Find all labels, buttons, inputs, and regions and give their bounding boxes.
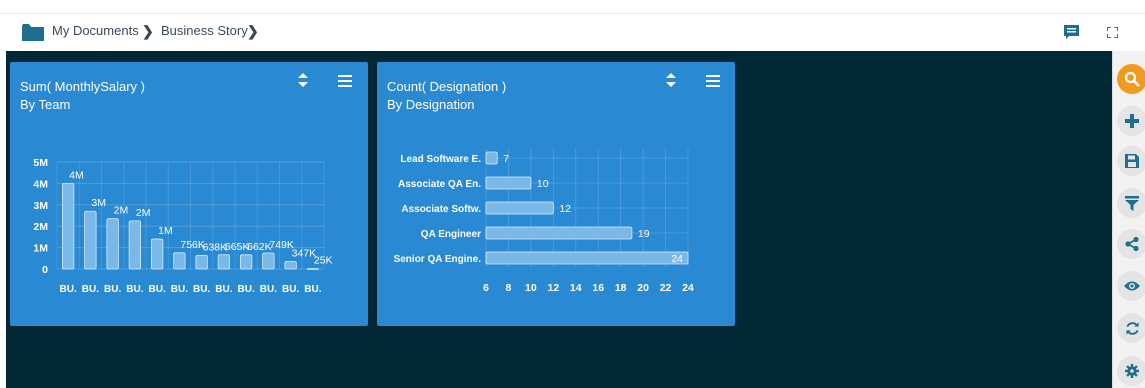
x-tick-label: 10 (525, 282, 537, 294)
chevron-right-icon: ❯ (247, 23, 259, 39)
bar-data-label: 662K (247, 241, 272, 253)
bar-data-label: 24 (671, 253, 683, 265)
x-tick-label: BU. (126, 284, 143, 295)
bar-data-label: 2M (136, 207, 151, 219)
x-tick-label: BU. (193, 284, 210, 295)
y-tick-label: 0 (42, 264, 48, 276)
search-button[interactable] (1117, 64, 1145, 94)
x-tick-label: 18 (615, 282, 627, 294)
x-tick-label: BU. (149, 284, 166, 295)
bar (239, 254, 253, 270)
y-tick-label: 1M (33, 243, 48, 255)
bar (150, 238, 164, 270)
bar (485, 176, 532, 190)
bar-data-label: 19 (638, 228, 650, 240)
fullscreen-icon[interactable] (1107, 27, 1118, 38)
comment-icon[interactable] (1064, 25, 1079, 40)
bar (195, 254, 208, 270)
bar-data-label: 10 (537, 178, 549, 190)
filter-icon (1125, 195, 1139, 211)
x-tick-label: 16 (592, 282, 604, 294)
salary-by-team-panel: Sum( MonthlySalary ) By Team 0 1M 2M 3M 4M 5M… (10, 62, 368, 326)
y-tick-label: 5M (33, 157, 48, 169)
share-icon (1125, 237, 1139, 251)
bar-data-label: 25K (314, 254, 333, 266)
x-tick-label: BU. (104, 284, 121, 295)
bar-data-label: 12 (559, 203, 571, 215)
salary-bar-chart: 0 1M 2M 3M 4M 5M 4M BU. 3M BU. 2M BU. 2M BU. 1M BU. 756K… (33, 157, 333, 295)
x-tick-label: BU. (171, 284, 188, 295)
x-tick-label: BU. (82, 284, 99, 295)
chevron-right-icon: ❯ (142, 23, 154, 39)
search-icon (1124, 71, 1140, 87)
y-tick-label: Associate QA En. (398, 179, 481, 190)
bar (485, 201, 554, 215)
bar-data-label: 1M (158, 225, 173, 237)
y-tick-label: 2M (33, 221, 48, 233)
x-tick-label: BU. (282, 284, 299, 295)
y-tick-label: QA Engineer (421, 229, 481, 240)
bar-data-label: 2M (114, 205, 129, 217)
add-button[interactable] (1117, 106, 1145, 136)
bar (217, 254, 231, 270)
x-tick-label: 14 (570, 282, 582, 294)
x-tick-label: 6 (483, 282, 489, 294)
x-tick-label: BU. (260, 284, 277, 295)
save-button[interactable] (1117, 146, 1145, 176)
share-button[interactable] (1117, 229, 1145, 259)
x-tick-label: BU. (60, 284, 77, 295)
breadcrumb-business-story[interactable]: Business Story (161, 23, 248, 38)
bar-data-label: 7 (503, 153, 509, 165)
count-by-designation-panel: Count( Designation ) By Designation 6 8 10… (377, 62, 735, 326)
breadcrumb-bar: My Documents ❯ Business Story ❯ (0, 13, 1145, 52)
filter-button[interactable] (1117, 188, 1145, 218)
bar (106, 218, 119, 270)
breadcrumb-my-documents[interactable]: My Documents (52, 23, 139, 38)
gear-icon (1125, 364, 1139, 378)
bar-data-label: 665K (225, 241, 250, 253)
bar-data-label: 756K (180, 239, 205, 251)
refresh-button[interactable] (1117, 313, 1145, 343)
eye-icon (1124, 281, 1140, 291)
y-tick-label: Lead Software E. (400, 154, 481, 165)
x-tick-label: BU. (304, 284, 321, 295)
x-tick-label: BU. (238, 284, 255, 295)
bar-data-label: 3M (91, 197, 106, 209)
refresh-icon (1125, 321, 1139, 335)
bar (128, 220, 142, 270)
x-tick-label: 24 (682, 282, 694, 294)
bar-data-label: 4M (69, 169, 84, 181)
preview-button[interactable] (1117, 271, 1145, 301)
y-tick-label: 4M (33, 178, 48, 190)
bar-data-label: 347K (292, 248, 317, 260)
right-toolbar (1112, 51, 1145, 388)
x-tick-label: BU. (215, 284, 232, 295)
save-icon (1125, 154, 1139, 168)
designation-bar-chart: 6 8 10 12 14 16 18 20 22 24 Lead Software E. 7 Assoc… (394, 148, 694, 294)
bar (485, 251, 689, 265)
bar-data-label: 638K (203, 241, 228, 253)
y-tick-label: 3M (33, 200, 48, 212)
y-tick-label: Associate Softw. (401, 204, 481, 215)
bar (485, 226, 633, 240)
x-tick-label: 12 (547, 282, 559, 294)
bar (173, 252, 186, 270)
bar (61, 183, 75, 270)
bar (84, 210, 97, 270)
x-tick-label: 22 (660, 282, 672, 294)
x-tick-label: 20 (637, 282, 649, 294)
x-tick-label: 8 (506, 282, 512, 294)
bar (485, 151, 498, 165)
settings-button[interactable] (1117, 356, 1145, 386)
bar (306, 268, 320, 270)
plus-icon (1125, 114, 1139, 128)
bar (262, 252, 275, 270)
bar-data-label: 749K (269, 239, 294, 251)
folder-icon[interactable] (22, 24, 44, 41)
bar (284, 261, 297, 270)
y-tick-label: Senior QA Engine. (394, 254, 482, 265)
